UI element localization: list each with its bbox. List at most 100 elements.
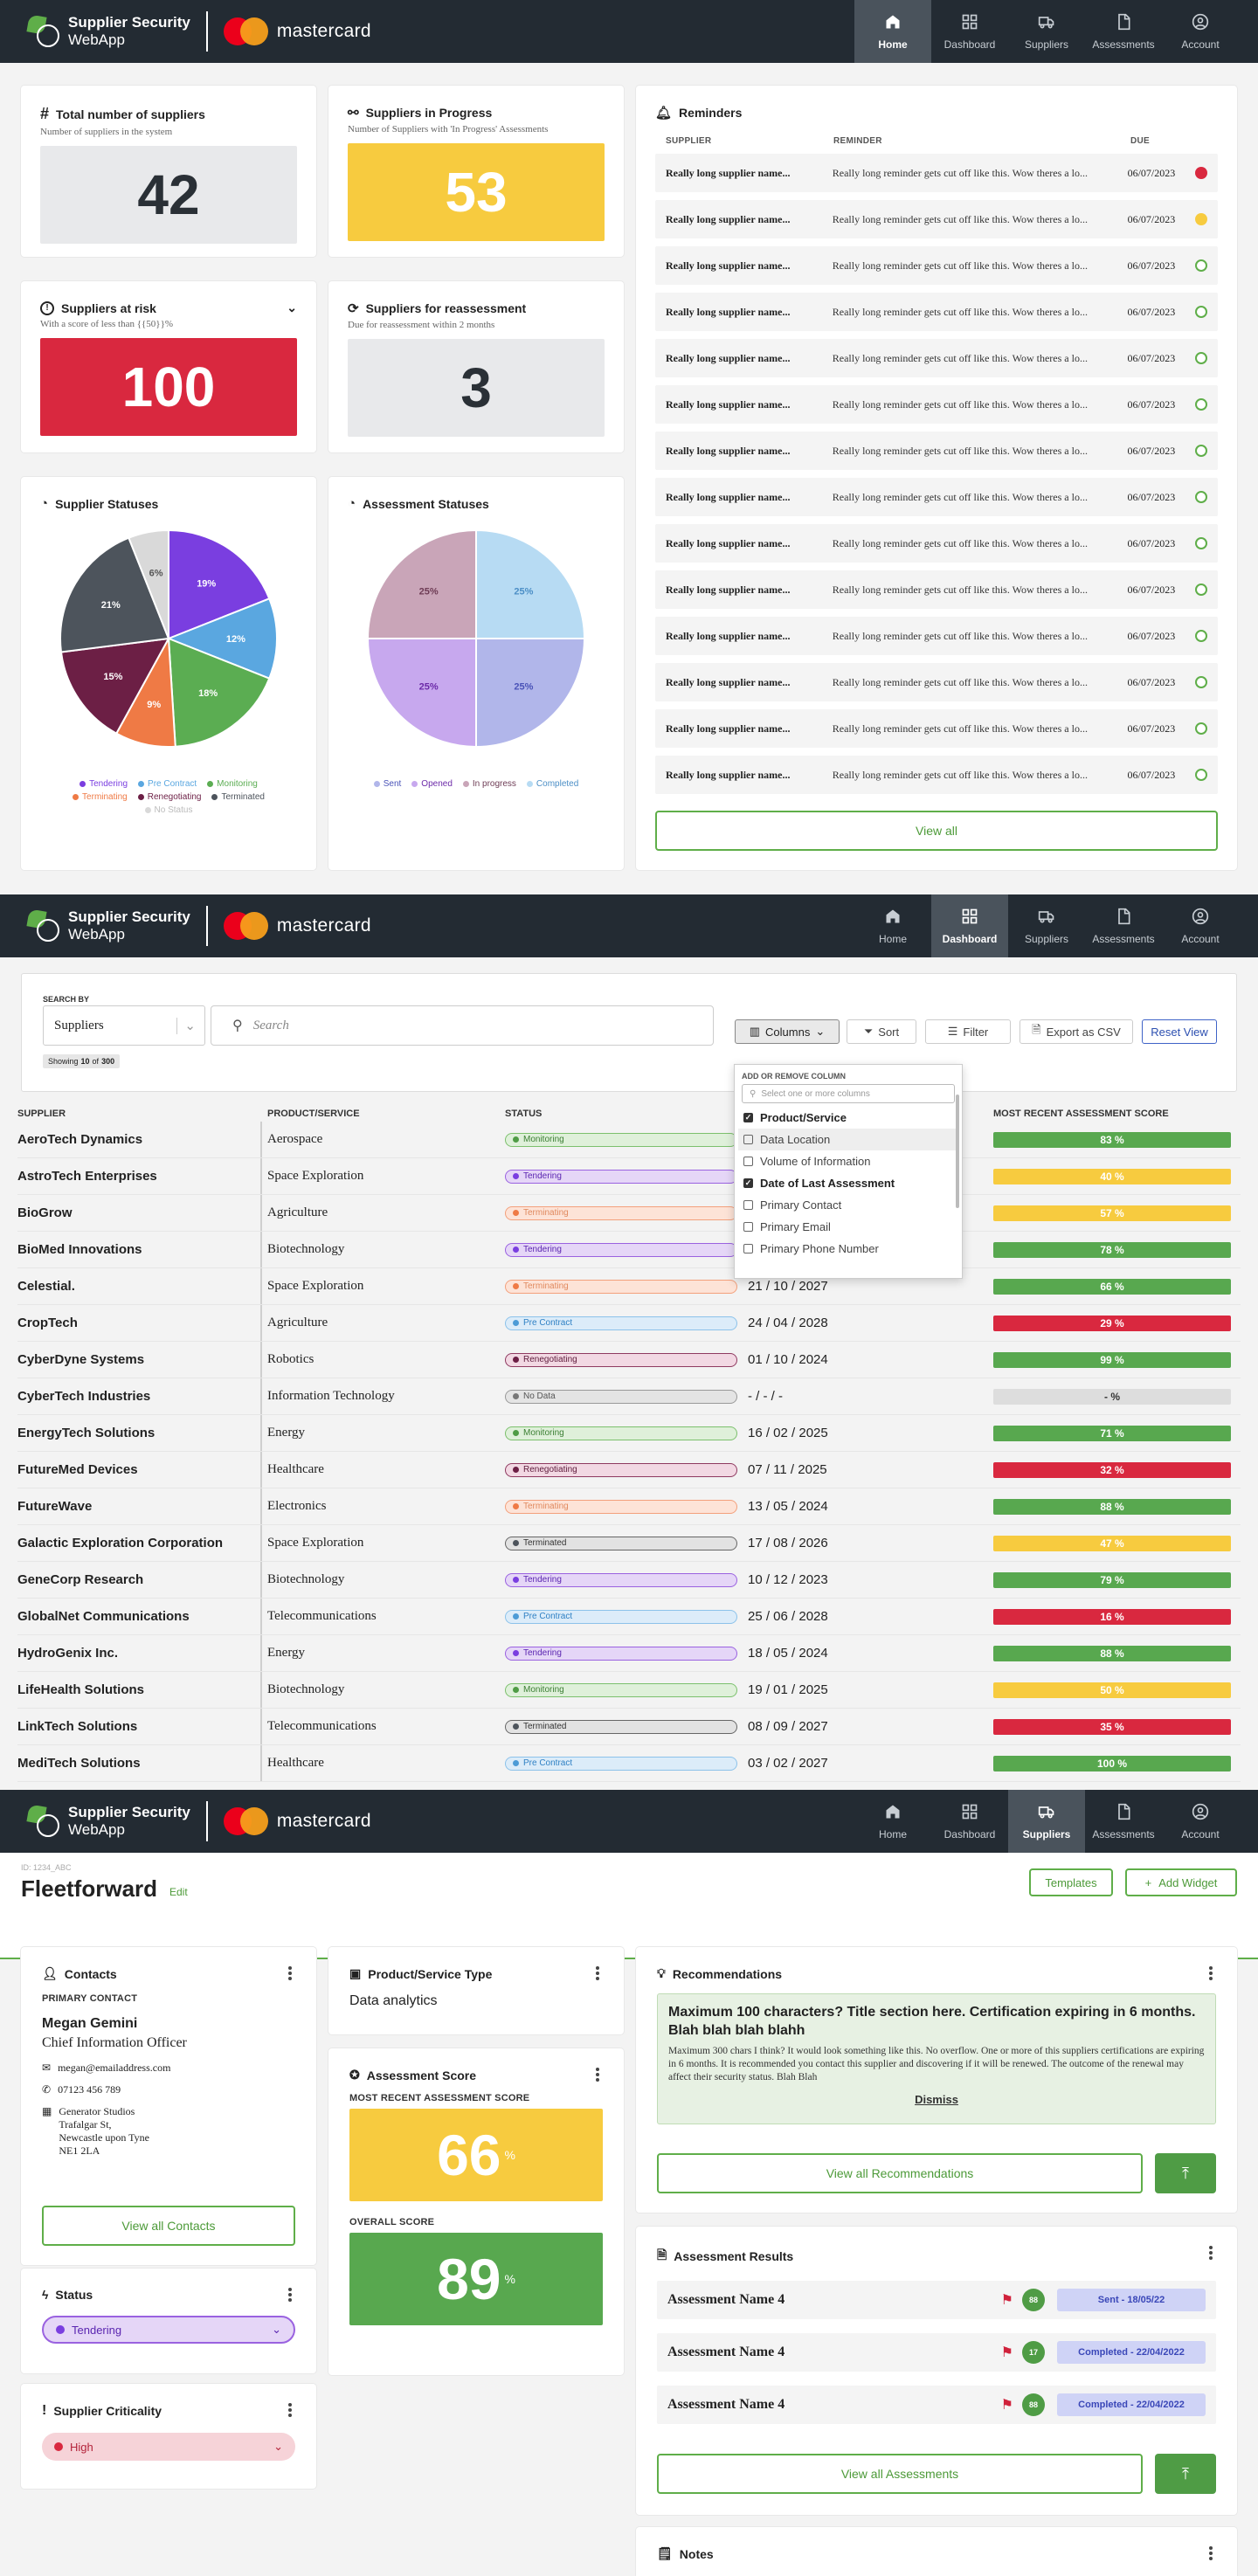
table-row[interactable]: AeroTech Dynamics Aerospace Monitoring 83 % xyxy=(17,1122,1241,1158)
nav-account[interactable]: Account xyxy=(1162,0,1239,63)
supplier-name[interactable]: AstroTech Enterprises xyxy=(17,1158,262,1194)
more-options-icon[interactable] xyxy=(288,1966,292,1982)
more-options-icon[interactable] xyxy=(1209,2246,1213,2262)
reset-view-button[interactable]: Reset View xyxy=(1142,1019,1217,1044)
column-option[interactable]: Primary Contact xyxy=(738,1194,958,1216)
more-options-icon[interactable] xyxy=(1209,2546,1213,2562)
supplier-name[interactable]: CyberTech Industries xyxy=(17,1378,262,1414)
supplier-name[interactable]: Galactic Exploration Corporation xyxy=(17,1525,262,1561)
more-options-icon[interactable] xyxy=(288,2288,292,2303)
nav-home[interactable]: Home xyxy=(854,894,931,957)
reminder-row[interactable]: Really long supplier name... Really long … xyxy=(655,756,1218,794)
pie-slice-sent[interactable] xyxy=(475,638,586,749)
table-row[interactable]: FutureWave Electronics Terminating 13 / 05 … xyxy=(17,1488,1241,1525)
assessment-row[interactable]: Assessment Name 4 ⚑ 88 Completed - 22/04/20… xyxy=(657,2386,1216,2424)
checkbox[interactable] xyxy=(743,1157,753,1166)
reminder-row[interactable]: Really long supplier name... Really long … xyxy=(655,432,1218,470)
column-option[interactable]: ✓ Product/Service xyxy=(738,1107,958,1129)
assessment-row[interactable]: Assessment Name 4 ⚑ 88 Sent - 18/05/22 xyxy=(657,2281,1216,2319)
upload-button[interactable]: ⤒ xyxy=(1155,2454,1216,2494)
supplier-name[interactable]: LinkTech Solutions xyxy=(17,1709,262,1744)
supplier-name[interactable]: CyberDyne Systems xyxy=(17,1342,262,1378)
edit-link[interactable]: Edit xyxy=(169,1886,188,1898)
contact-phone[interactable]: 07123 456 789 xyxy=(58,2083,121,2096)
table-row[interactable]: Celestial. Space Exploration Terminating 21… xyxy=(17,1268,1241,1305)
nav-dashboard[interactable]: Dashboard xyxy=(931,1790,1008,1853)
templates-button[interactable]: Templates xyxy=(1029,1868,1113,1896)
nav-assessments[interactable]: Assessments xyxy=(1085,0,1162,63)
view-all-recommendations-button[interactable]: View all Recommendations xyxy=(657,2153,1143,2193)
reminder-row[interactable]: Really long supplier name... Really long … xyxy=(655,617,1218,655)
checkbox[interactable] xyxy=(743,1244,753,1253)
reminder-row[interactable]: Really long supplier name... Really long … xyxy=(655,339,1218,377)
supplier-name[interactable]: MediTech Solutions xyxy=(17,1745,262,1781)
column-option[interactable]: Primary Email xyxy=(738,1216,958,1238)
supplier-name[interactable]: CropTech xyxy=(17,1305,262,1341)
reminder-row[interactable]: Really long supplier name... Really long … xyxy=(655,385,1218,424)
column-option[interactable]: ✓ Date of Last Assessment xyxy=(738,1172,958,1194)
table-row[interactable]: LinkTech Solutions Telecommunications Term… xyxy=(17,1709,1241,1745)
table-row[interactable]: BioGrow Agriculture Terminating 57 % xyxy=(17,1195,1241,1232)
table-row[interactable]: HydroGenix Inc. Energy Tendering 18 / 05 / … xyxy=(17,1635,1241,1672)
reminder-row[interactable]: Really long supplier name... Really long … xyxy=(655,478,1218,516)
pie-slice-completed[interactable] xyxy=(475,528,586,639)
checkbox[interactable]: ✓ xyxy=(743,1178,753,1188)
dropdown-scrollbar[interactable] xyxy=(956,1095,959,1208)
assessment-row[interactable]: Assessment Name 4 ⚑ 17 Completed - 22/04/20… xyxy=(657,2333,1216,2372)
nav-suppliers[interactable]: Suppliers xyxy=(1008,894,1085,957)
nav-dashboard[interactable]: Dashboard xyxy=(931,894,1008,957)
table-row[interactable]: EnergyTech Solutions Energy Monitoring 16 /… xyxy=(17,1415,1241,1452)
nav-assessments[interactable]: Assessments xyxy=(1085,894,1162,957)
table-row[interactable]: CyberTech Industries Information Technolo… xyxy=(17,1378,1241,1415)
brand[interactable]: Supplier Security WebApp mastercard xyxy=(0,894,371,957)
add-widget-button[interactable]: + Add Widget xyxy=(1125,1868,1237,1896)
nav-dashboard[interactable]: Dashboard xyxy=(931,0,1008,63)
table-row[interactable]: CyberDyne Systems Robotics Renegotiating 01… xyxy=(17,1342,1241,1378)
supplier-name[interactable]: EnergyTech Solutions xyxy=(17,1415,262,1451)
supplier-name[interactable]: AeroTech Dynamics xyxy=(17,1122,262,1157)
search-by-select[interactable]: Suppliers ⌄ xyxy=(43,1005,205,1046)
nav-suppliers[interactable]: Suppliers xyxy=(1008,1790,1085,1853)
checkbox[interactable] xyxy=(743,1135,753,1144)
table-row[interactable]: MediTech Solutions Healthcare Pre Contract… xyxy=(17,1745,1241,1782)
dismiss-link[interactable]: Dismiss xyxy=(915,2093,958,2106)
sort-button[interactable]: ⏷ Sort xyxy=(847,1019,916,1044)
table-row[interactable]: LifeHealth Solutions Biotechnology Monitor… xyxy=(17,1672,1241,1709)
contact-email[interactable]: megan@emailaddress.com xyxy=(58,2061,170,2075)
checkbox[interactable] xyxy=(743,1200,753,1210)
supplier-name[interactable]: HydroGenix Inc. xyxy=(17,1635,262,1671)
columns-button[interactable]: ▥ Columns ⌄ xyxy=(735,1019,840,1044)
criticality-select[interactable]: High ⌄ xyxy=(42,2433,295,2461)
nav-assessments[interactable]: Assessments xyxy=(1085,1790,1162,1853)
reminder-row[interactable]: Really long supplier name... Really long … xyxy=(655,200,1218,238)
supplier-name[interactable]: FutureWave xyxy=(17,1488,262,1524)
more-options-icon[interactable] xyxy=(1209,1966,1213,1982)
supplier-name[interactable]: Celestial. xyxy=(17,1268,262,1304)
table-row[interactable]: CropTech Agriculture Pre Contract 24 / 04 /… xyxy=(17,1305,1241,1342)
reminder-row[interactable]: Really long supplier name... Really long … xyxy=(655,709,1218,748)
reminder-row[interactable]: Really long supplier name... Really long … xyxy=(655,246,1218,285)
view-all-assessments-button[interactable]: View all Assessments xyxy=(657,2454,1143,2494)
supplier-name[interactable]: LifeHealth Solutions xyxy=(17,1672,262,1708)
view-all-contacts-button[interactable]: View all Contacts xyxy=(42,2206,295,2246)
nav-home[interactable]: Home xyxy=(854,1790,931,1853)
upload-button[interactable]: ⤒ xyxy=(1155,2153,1216,2193)
supplier-name[interactable]: GeneCorp Research xyxy=(17,1562,262,1598)
pie-slice-opened[interactable] xyxy=(366,638,477,749)
reminder-row[interactable]: Really long supplier name... Really long … xyxy=(655,524,1218,563)
filter-button[interactable]: ☰ Filter xyxy=(925,1019,1011,1044)
reminder-row[interactable]: Really long supplier name... Really long … xyxy=(655,154,1218,192)
more-options-icon[interactable] xyxy=(288,2403,292,2419)
supplier-name[interactable]: FutureMed Devices xyxy=(17,1452,262,1488)
more-options-icon[interactable] xyxy=(596,1966,599,1982)
table-row[interactable]: AstroTech Enterprises Space Exploration Te… xyxy=(17,1158,1241,1195)
status-select[interactable]: Tendering ⌄ xyxy=(42,2316,295,2344)
brand[interactable]: Supplier Security WebApp mastercard xyxy=(0,1790,371,1853)
column-option[interactable]: Primary Phone Number xyxy=(738,1238,958,1260)
reminder-row[interactable]: Really long supplier name... Really long … xyxy=(655,663,1218,701)
column-option[interactable]: Data Location xyxy=(738,1129,958,1150)
supplier-name[interactable]: BioMed Innovations xyxy=(17,1232,262,1267)
table-row[interactable]: FutureMed Devices Healthcare Renegotiating… xyxy=(17,1452,1241,1488)
checkbox[interactable]: ✓ xyxy=(743,1113,753,1122)
checkbox[interactable] xyxy=(743,1222,753,1232)
